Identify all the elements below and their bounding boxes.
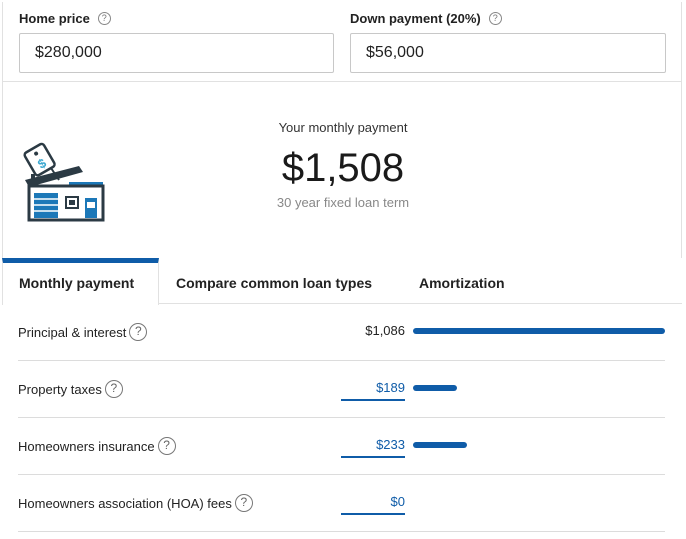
hoa-fees-input[interactable]: $0 [391, 494, 405, 509]
breakdown-label: Property taxes [18, 381, 102, 397]
breakdown-row-homeowners-insurance: Homeowners insurance ? $233 [18, 418, 665, 475]
breakdown-label: Homeowners insurance [18, 438, 155, 454]
breakdown-label: Homeowners association (HOA) fees [18, 495, 232, 511]
hoa-help-icon[interactable]: ? [234, 494, 253, 512]
results-tabs: Monthly payment Compare common loan type… [2, 258, 682, 305]
property-taxes-underline [341, 399, 405, 401]
homeowners-insurance-input[interactable]: $233 [376, 437, 405, 452]
breakdown-row-hoa-fees: Homeowners association (HOA) fees ? $0 [18, 475, 665, 532]
loan-term-text: 30 year fixed loan term [276, 195, 410, 210]
tab-amortization[interactable]: Amortization [419, 258, 505, 304]
home-price-help-icon[interactable]: ? [97, 12, 111, 25]
monthly-payment-summary: $ Your monthly payment $1,508 30 year fi… [2, 82, 682, 258]
down-payment-label: Down payment (20%) ? [350, 11, 502, 26]
loan-inputs-panel: Home price ? $280,000 Down payment (20%)… [2, 2, 682, 82]
down-payment-help-icon[interactable]: ? [488, 12, 502, 25]
principal-interest-bar [413, 328, 665, 334]
tab-monthly-payment[interactable]: Monthly payment [2, 258, 159, 305]
home-price-input[interactable]: $280,000 [19, 33, 334, 73]
payment-breakdown-list: Principal & interest ? $1,086 Property t… [18, 304, 665, 532]
homeowners-insurance-bar [413, 442, 467, 448]
breakdown-label: Principal & interest [18, 324, 127, 340]
breakdown-row-principal-interest: Principal & interest ? $1,086 [18, 304, 665, 361]
monthly-payment-amount: $1,508 [281, 146, 405, 190]
home-price-label: Home price ? [19, 11, 111, 26]
insurance-underline [341, 456, 405, 458]
property-taxes-bar [413, 385, 457, 391]
breakdown-row-property-taxes: Property taxes ? $189 [18, 361, 665, 418]
property-taxes-help-icon[interactable]: ? [104, 380, 123, 398]
principal-interest-value: $1,086 [365, 323, 405, 338]
insurance-help-icon[interactable]: ? [157, 437, 176, 455]
hoa-underline [341, 513, 405, 515]
monthly-payment-title: Your monthly payment [278, 120, 408, 135]
principal-help-icon[interactable]: ? [129, 323, 148, 341]
tab-compare-loan-types[interactable]: Compare common loan types [176, 258, 372, 304]
down-payment-input[interactable]: $56,000 [350, 33, 666, 73]
property-taxes-input[interactable]: $189 [376, 380, 405, 395]
